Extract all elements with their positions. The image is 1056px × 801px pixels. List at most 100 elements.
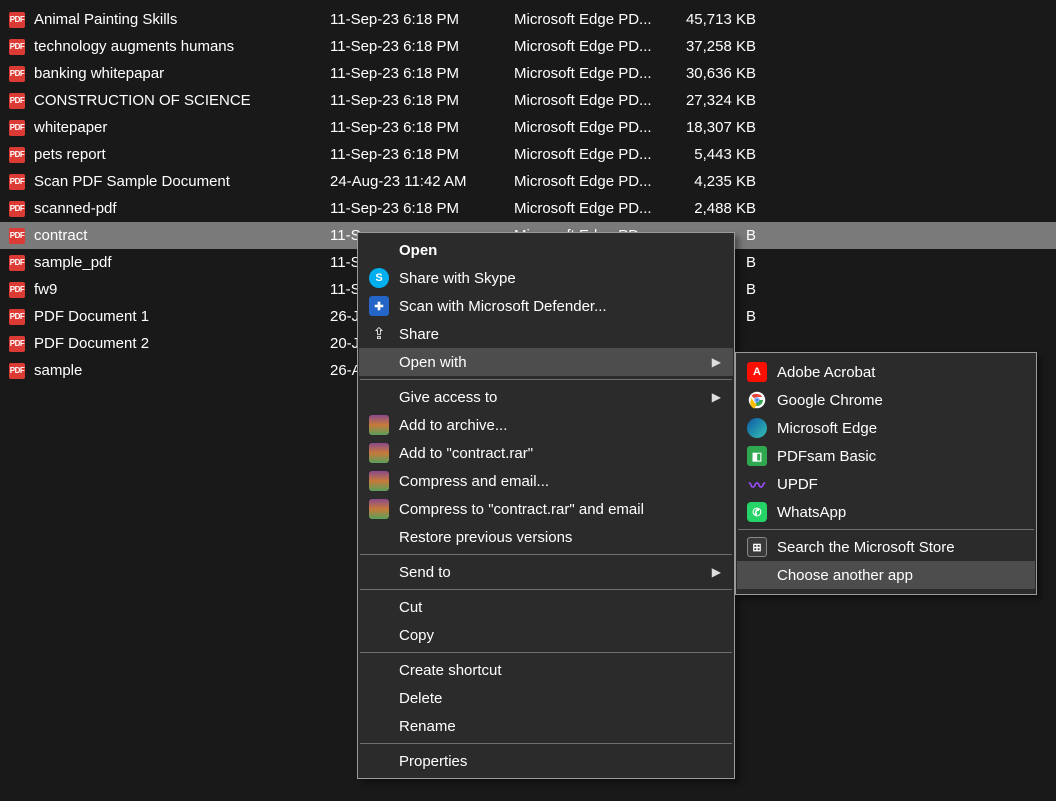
menu-item-label: Cut: [399, 599, 703, 616]
menu-item-label: Compress and email...: [399, 473, 703, 490]
menu-item[interactable]: Open: [359, 236, 733, 264]
menu-separator: [360, 743, 732, 744]
whatsapp-icon: ✆: [747, 502, 767, 522]
pdf-file-icon: PDF: [0, 255, 34, 271]
file-name: whitepaper: [34, 119, 330, 136]
ms-store-icon: ⊞: [747, 537, 767, 557]
file-date: 11-Sep-23 6:18 PM: [330, 38, 514, 55]
menu-item[interactable]: Google Chrome: [737, 386, 1035, 414]
pdf-file-icon: PDF: [0, 201, 34, 217]
edge-icon: [747, 418, 767, 438]
file-row[interactable]: PDFCONSTRUCTION OF SCIENCE11-Sep-23 6:18…: [0, 87, 1056, 114]
file-name: PDF Document 2: [34, 335, 330, 352]
pdf-file-icon: PDF: [0, 147, 34, 163]
menu-item[interactable]: ✚Scan with Microsoft Defender...: [359, 292, 733, 320]
menu-separator: [360, 589, 732, 590]
menu-item[interactable]: Delete: [359, 684, 733, 712]
file-date: 11-Sep-23 6:18 PM: [330, 65, 514, 82]
menu-item[interactable]: Open with▶: [359, 348, 733, 376]
pdf-file-icon: PDF: [0, 309, 34, 325]
winrar-icon: [369, 471, 389, 491]
menu-item[interactable]: ✆ WhatsApp: [737, 498, 1035, 526]
menu-item[interactable]: Cut: [359, 593, 733, 621]
menu-item-label: Share with Skype: [399, 270, 703, 287]
menu-item[interactable]: Restore previous versions: [359, 523, 733, 551]
defender-icon: ✚: [369, 296, 389, 316]
updf-icon: 〰: [747, 474, 767, 494]
menu-item-label: Search the Microsoft Store: [777, 539, 1005, 556]
menu-item[interactable]: Add to "contract.rar": [359, 439, 733, 467]
menu-item[interactable]: 〰 UPDF: [737, 470, 1035, 498]
file-name: Scan PDF Sample Document: [34, 173, 330, 190]
menu-separator: [360, 652, 732, 653]
file-size: 27,324 KB: [680, 92, 756, 109]
file-type: Microsoft Edge PD...: [514, 11, 680, 28]
file-date: 11-Sep-23 6:18 PM: [330, 92, 514, 109]
submenu-arrow-icon: ▶: [712, 390, 721, 404]
pdf-file-icon: PDF: [0, 282, 34, 298]
menu-item[interactable]: ⇪Share: [359, 320, 733, 348]
file-row[interactable]: PDFpets report11-Sep-23 6:18 PMMicrosoft…: [0, 141, 1056, 168]
menu-item-label: Send to: [399, 564, 703, 581]
file-row[interactable]: PDFwhitepaper11-Sep-23 6:18 PMMicrosoft …: [0, 114, 1056, 141]
pdf-file-icon: PDF: [0, 12, 34, 28]
menu-item-label: Share: [399, 326, 703, 343]
file-row[interactable]: PDFAnimal Painting Skills11-Sep-23 6:18 …: [0, 6, 1056, 33]
menu-item[interactable]: Send to▶: [359, 558, 733, 586]
file-name: CONSTRUCTION OF SCIENCE: [34, 92, 330, 109]
file-size: 18,307 KB: [680, 119, 756, 136]
file-name: scanned-pdf: [34, 200, 330, 217]
menu-item[interactable]: S Share with Skype: [359, 264, 733, 292]
menu-item[interactable]: Properties: [359, 747, 733, 775]
file-row[interactable]: PDFbanking whitepapar11-Sep-23 6:18 PMMi…: [0, 60, 1056, 87]
winrar-icon: [369, 499, 389, 519]
menu-item[interactable]: Add to archive...: [359, 411, 733, 439]
file-type: Microsoft Edge PD...: [514, 200, 680, 217]
menu-item-label: Add to "contract.rar": [399, 445, 703, 462]
file-size: 30,636 KB: [680, 65, 756, 82]
context-menu: Open S Share with Skype ✚Scan with Microsof…: [357, 232, 735, 779]
acrobat-icon: A: [747, 362, 767, 382]
file-type: Microsoft Edge PD...: [514, 173, 680, 190]
pdf-file-icon: PDF: [0, 336, 34, 352]
file-row[interactable]: PDFscanned-pdf11-Sep-23 6:18 PMMicrosoft…: [0, 195, 1056, 222]
menu-item[interactable]: ◧PDFsam Basic: [737, 442, 1035, 470]
menu-item[interactable]: ⊞ Search the Microsoft Store: [737, 533, 1035, 561]
menu-item-label: Google Chrome: [777, 392, 1005, 409]
menu-item-label: Restore previous versions: [399, 529, 703, 546]
menu-item[interactable]: Create shortcut: [359, 656, 733, 684]
menu-item-label: Properties: [399, 753, 703, 770]
menu-item[interactable]: Rename: [359, 712, 733, 740]
file-name: pets report: [34, 146, 330, 163]
file-type: Microsoft Edge PD...: [514, 119, 680, 136]
file-date: 11-Sep-23 6:18 PM: [330, 146, 514, 163]
skype-icon: S: [369, 268, 389, 288]
menu-item-label: WhatsApp: [777, 504, 1005, 521]
menu-item[interactable]: Compress to "contract.rar" and email: [359, 495, 733, 523]
file-name: sample_pdf: [34, 254, 330, 271]
file-row[interactable]: PDFtechnology augments humans11-Sep-23 6…: [0, 33, 1056, 60]
file-date: 11-Sep-23 6:18 PM: [330, 119, 514, 136]
menu-item[interactable]: Choose another app: [737, 561, 1035, 589]
chrome-icon: [747, 390, 767, 410]
menu-item-label: UPDF: [777, 476, 1005, 493]
file-name: contract: [34, 227, 330, 244]
menu-item-label: Choose another app: [777, 567, 1005, 584]
menu-item[interactable]: Give access to▶: [359, 383, 733, 411]
file-size: 2,488 KB: [680, 200, 756, 217]
menu-item-label: Adobe Acrobat: [777, 364, 1005, 381]
menu-item-label: Add to archive...: [399, 417, 703, 434]
menu-item[interactable]: A Adobe Acrobat: [737, 358, 1035, 386]
menu-item[interactable]: Copy: [359, 621, 733, 649]
pdf-file-icon: PDF: [0, 93, 34, 109]
file-row[interactable]: PDFScan PDF Sample Document24-Aug-23 11:…: [0, 168, 1056, 195]
menu-separator: [360, 554, 732, 555]
menu-item-label: Delete: [399, 690, 703, 707]
menu-separator: [738, 529, 1034, 530]
menu-item[interactable]: Compress and email...: [359, 467, 733, 495]
menu-item[interactable]: Microsoft Edge: [737, 414, 1035, 442]
file-name: PDF Document 1: [34, 308, 330, 325]
pdf-file-icon: PDF: [0, 174, 34, 190]
file-size: 37,258 KB: [680, 38, 756, 55]
menu-item-label: Rename: [399, 718, 703, 735]
